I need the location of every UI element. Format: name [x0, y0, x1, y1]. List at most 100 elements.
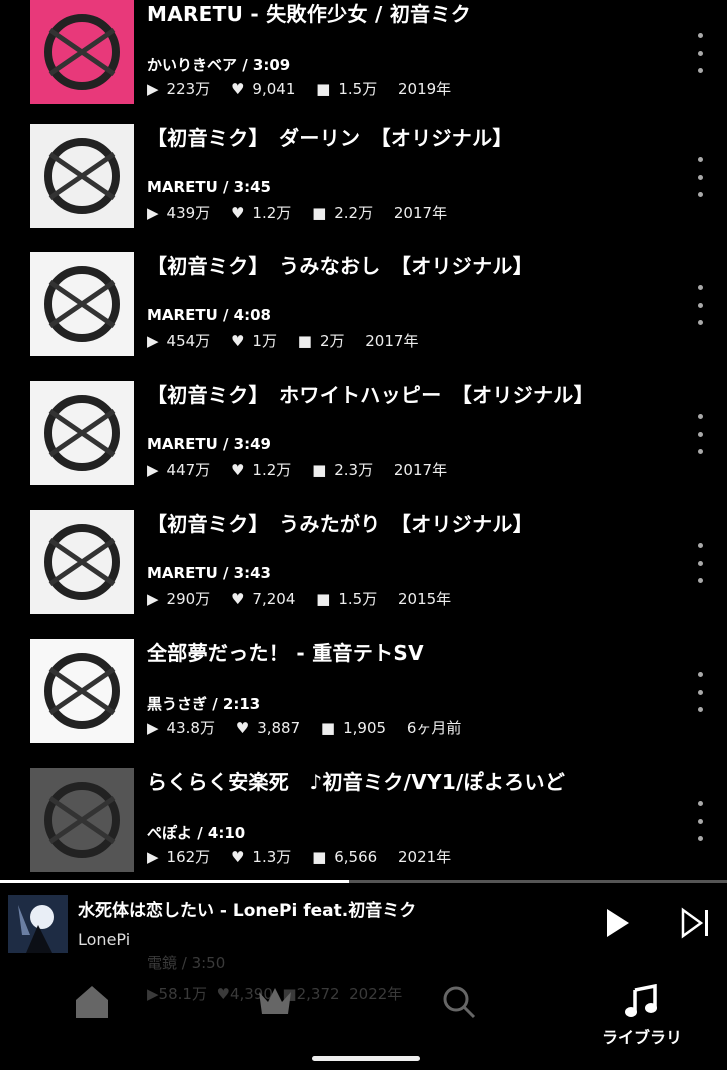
track-stats: ▶ 447万 ♥ 1.2万 ■ 2.3万 2017年 — [147, 459, 455, 480]
play-count-icon: ▶ — [147, 719, 159, 737]
nav-search[interactable] — [419, 984, 499, 1034]
more-vertical-icon — [697, 543, 703, 548]
upload-date: 2017年 — [393, 461, 448, 479]
home-indicator[interactable] — [312, 1056, 420, 1061]
track-title[interactable]: 【初音ミク】 うみたがり 【オリジナル】 — [147, 508, 533, 537]
track-row[interactable]: 【初音ミク】 うみたがり 【オリジナル】 MARETU / 3:43 ▶ 290万… — [0, 510, 727, 639]
track-row[interactable]: 【初音ミク】 うみなおし 【オリジナル】 MARETU / 4:08 ▶ 454万… — [0, 252, 727, 381]
save-count: 1.5万 — [338, 590, 378, 608]
play-count: 290万 — [166, 590, 211, 608]
play-count-icon: ▶ — [147, 590, 159, 608]
track-stats: ▶ 223万 ♥ 9,041 ■ 1.5万 2019年 — [147, 78, 459, 99]
now-playing-bar[interactable]: 水死体は恋したい - LonePi feat.初音ミク LonePi — [0, 880, 727, 956]
play-count: 43.8万 — [166, 719, 215, 737]
play-count-icon: ▶ — [147, 848, 159, 866]
heart-icon: ♥ — [230, 80, 245, 98]
play-count-icon: ▶ — [147, 80, 159, 98]
now-playing-artist[interactable]: LonePi — [78, 930, 130, 949]
track-row[interactable]: 【初音ミク】 ホワイトハッピー 【オリジナル】 MARETU / 3:49 ▶ 4… — [0, 381, 727, 510]
save-count: 1.5万 — [338, 80, 378, 98]
play-count: 439万 — [166, 204, 211, 222]
folder-icon: ■ — [316, 590, 331, 608]
more-vertical-icon — [697, 414, 703, 419]
heart-icon: ♥ — [235, 719, 250, 737]
folder-icon: ■ — [312, 204, 327, 222]
track-row[interactable]: MARETU - 失敗作少女 / 初音ミク かいりきベア / 3:09 ▶ 223… — [0, 0, 727, 129]
play-icon — [607, 909, 629, 937]
more-vertical-icon — [697, 801, 703, 806]
track-stats: ▶ 162万 ♥ 1.3万 ■ 6,566 2021年 — [147, 846, 459, 867]
track-title[interactable]: 【初音ミク】 ダーリン 【オリジナル】 — [147, 122, 513, 151]
track-title[interactable]: 【初音ミク】 ホワイトハッピー 【オリジナル】 — [147, 379, 594, 408]
next-button[interactable] — [678, 906, 712, 940]
more-options-button[interactable] — [690, 672, 710, 712]
save-count: 6,566 — [334, 848, 378, 866]
track-stats: ▶ 43.8万 ♥ 3,887 ■ 1,905 6ヶ月前 — [147, 717, 469, 738]
heart-icon: ♥ — [230, 204, 245, 222]
more-options-button[interactable] — [690, 414, 710, 454]
track-artist-duration: かいりきベア / 3:09 — [147, 56, 291, 74]
track-artist-duration: MARETU / 3:49 — [147, 435, 271, 453]
upload-date: 2015年 — [397, 590, 452, 608]
nav-library[interactable]: ライブラリ — [602, 984, 682, 1047]
track-thumbnail[interactable] — [30, 124, 134, 228]
now-playing-thumbnail[interactable] — [8, 895, 68, 953]
search-icon — [443, 986, 476, 1019]
track-row[interactable]: らくらく安楽死 ♪初音ミク/VY1/ぽよろいど ぺぽよ / 4:10 ▶ 162万… — [0, 768, 727, 897]
like-count: 9,041 — [252, 80, 296, 98]
like-count: 7,204 — [252, 590, 296, 608]
track-stats: ▶ 454万 ♥ 1万 ■ 2万 2017年 — [147, 330, 426, 351]
play-count: 454万 — [166, 332, 211, 350]
heart-icon: ♥ — [230, 332, 245, 350]
nav-ranking[interactable] — [235, 984, 315, 1034]
progress-bar[interactable] — [0, 880, 727, 883]
play-count: 162万 — [166, 848, 211, 866]
track-stats: ▶ 439万 ♥ 1.2万 ■ 2.2万 2017年 — [147, 202, 455, 223]
track-thumbnail[interactable] — [30, 252, 134, 356]
upload-date: 6ヶ月前 — [406, 719, 462, 737]
heart-icon: ♥ — [230, 590, 245, 608]
upload-date: 2017年 — [365, 332, 419, 350]
track-thumbnail[interactable] — [30, 0, 134, 104]
play-count-icon: ▶ — [147, 461, 159, 479]
more-options-button[interactable] — [690, 33, 710, 73]
more-vertical-icon — [697, 672, 703, 677]
track-title[interactable]: 全部夢だった！ - 重音テトSV — [147, 637, 424, 666]
save-count: 2万 — [319, 332, 345, 350]
track-thumbnail[interactable] — [30, 510, 134, 614]
track-thumbnail[interactable] — [30, 768, 134, 872]
more-options-button[interactable] — [690, 801, 710, 841]
like-count: 1.2万 — [252, 461, 292, 479]
play-count: 447万 — [166, 461, 211, 479]
like-count: 3,887 — [257, 719, 301, 737]
track-title[interactable]: 【初音ミク】 うみなおし 【オリジナル】 — [147, 250, 533, 279]
heart-icon: ♥ — [230, 848, 245, 866]
track-row[interactable]: 【初音ミク】 ダーリン 【オリジナル】 MARETU / 3:45 ▶ 439万 … — [0, 124, 727, 253]
home-icon — [76, 986, 108, 1018]
skip-next-icon — [681, 907, 708, 939]
track-artist-duration: MARETU / 3:45 — [147, 178, 271, 196]
upload-date: 2017年 — [393, 204, 448, 222]
save-count: 2.2万 — [334, 204, 374, 222]
more-options-button[interactable] — [690, 157, 710, 197]
play-button[interactable] — [600, 906, 634, 940]
play-count-icon: ▶ — [147, 204, 159, 222]
folder-icon: ■ — [320, 719, 336, 737]
folder-icon: ■ — [312, 848, 327, 866]
track-artist-duration: 黒うさぎ / 2:13 — [147, 695, 261, 713]
upload-date: 2021年 — [397, 848, 452, 866]
track-stats: ▶ 290万 ♥ 7,204 ■ 1.5万 2015年 — [147, 588, 459, 609]
more-options-button[interactable] — [690, 543, 710, 583]
more-vertical-icon — [697, 285, 703, 290]
nav-home[interactable] — [52, 984, 132, 1034]
track-row[interactable]: 全部夢だった！ - 重音テトSV 黒うさぎ / 2:13 ▶ 43.8万 ♥ 3,8… — [0, 639, 727, 768]
track-thumbnail[interactable] — [30, 381, 134, 485]
track-title[interactable]: MARETU - 失敗作少女 / 初音ミク — [147, 0, 471, 27]
now-playing-title[interactable]: 水死体は恋したい - LonePi feat.初音ミク — [78, 896, 416, 921]
more-options-button[interactable] — [690, 285, 710, 325]
track-title[interactable]: らくらく安楽死 ♪初音ミク/VY1/ぽよろいど — [147, 766, 565, 795]
folder-icon: ■ — [312, 461, 327, 479]
music-note-icon — [625, 984, 657, 1017]
track-thumbnail[interactable] — [30, 639, 134, 743]
play-count-icon: ▶ — [147, 332, 159, 350]
